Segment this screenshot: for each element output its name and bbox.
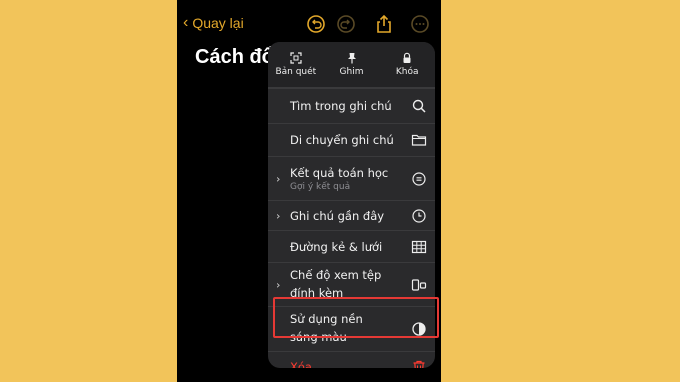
search-icon	[412, 99, 426, 113]
quick-actions-row: Bản quét Ghim Khóa	[268, 42, 435, 88]
chevron-right-icon: ›	[276, 209, 281, 222]
lock-icon	[403, 52, 411, 63]
pin-button[interactable]: Ghim	[324, 42, 380, 87]
chevron-left-icon: ‹	[183, 14, 189, 31]
equals-circle-icon	[412, 171, 426, 186]
lock-button[interactable]: Khóa	[379, 42, 435, 87]
more-icon[interactable]	[409, 13, 431, 35]
attachments-view-icon	[411, 278, 427, 291]
pin-icon	[347, 53, 356, 64]
menu-item-lines-and-grids[interactable]: Đường kẻ & lưới	[268, 230, 435, 262]
note-title: Cách đổ	[195, 46, 274, 68]
scan-icon	[290, 52, 302, 64]
folder-icon	[411, 134, 427, 146]
menu-item-sublabel: Gợi ý kết quả	[290, 181, 351, 192]
menu-item-label-line1: Chế độ xem tệp	[290, 267, 382, 282]
menu-item-move-note[interactable]: Di chuyển ghi chú	[268, 123, 435, 156]
grid-icon	[411, 240, 427, 253]
lock-label: Khóa	[395, 67, 419, 77]
navigation-bar: ‹ Quay lại	[177, 10, 441, 40]
menu-item-label: Di chuyển ghi chú	[290, 133, 394, 147]
menu-item-label: Ghi chú gần đây	[290, 208, 385, 223]
chevron-right-icon: ›	[276, 172, 281, 185]
pin-label: Ghim	[339, 67, 364, 77]
menu-item-label: Đường kẻ & lưới	[290, 239, 383, 254]
menu-item-label: Tìm trong ghi chú	[290, 99, 392, 113]
back-label: Quay lại	[192, 15, 244, 31]
trash-icon	[413, 360, 425, 368]
undo-icon[interactable]	[305, 13, 327, 35]
menu-item-label: Kết quả toán học	[290, 165, 389, 180]
chevron-right-icon: ›	[276, 278, 281, 291]
menu-item-label: Xóa	[290, 359, 312, 369]
scan-label: Bản quét	[275, 67, 317, 77]
share-icon[interactable]	[373, 13, 395, 35]
menu-item-delete[interactable]: Xóa	[268, 351, 435, 368]
clock-icon	[412, 208, 426, 223]
back-button[interactable]: ‹ Quay lại	[183, 14, 244, 32]
menu-item-find-in-note[interactable]: Tìm trong ghi chú	[268, 88, 435, 123]
highlight-box	[273, 297, 439, 338]
menu-item-math-results[interactable]: › Kết quả toán học Gợi ý kết quả	[268, 156, 435, 200]
redo-icon[interactable]	[335, 13, 357, 35]
scan-button[interactable]: Bản quét	[268, 42, 324, 87]
menu-item-recent-notes[interactable]: › Ghi chú gần đây	[268, 200, 435, 230]
